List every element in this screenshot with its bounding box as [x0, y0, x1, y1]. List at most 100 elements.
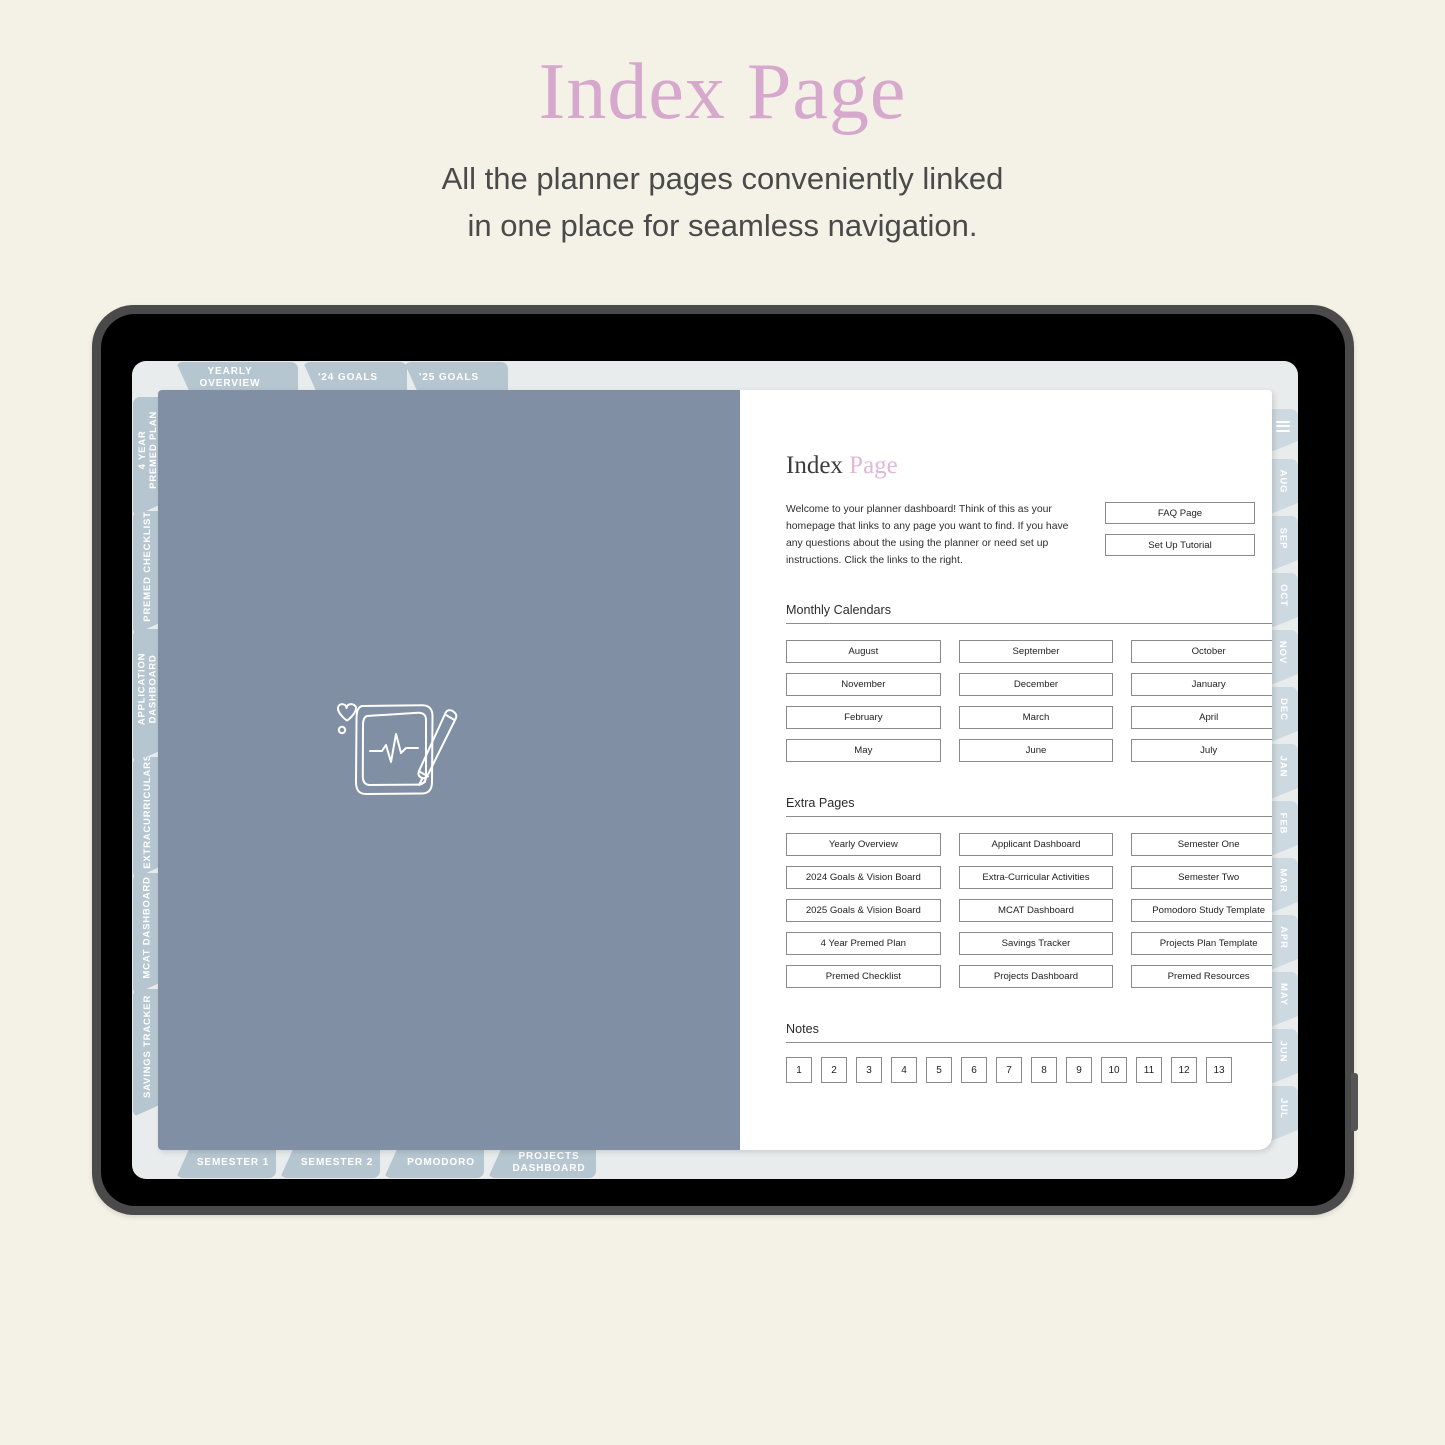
note-link-button[interactable]: 13: [1206, 1057, 1232, 1084]
page-link-button[interactable]: April: [1131, 706, 1272, 730]
promo-subtitle: All the planner pages conveniently linke…: [0, 156, 1445, 249]
planner-month-tab[interactable]: SEP: [1268, 516, 1298, 572]
page-link-button[interactable]: Pomodoro Study Template: [1131, 899, 1272, 923]
planner-month-tab[interactable]: APR: [1268, 915, 1298, 971]
planner-month-tab[interactable]: AUG: [1268, 459, 1298, 515]
page-link-button[interactable]: March: [958, 706, 1114, 730]
link-section: Extra Pages Yearly Overview Applicant Dash…: [786, 796, 1272, 989]
planner-month-tab[interactable]: MAY: [1268, 972, 1298, 1028]
planner-month-tab-label: FEB: [1277, 812, 1289, 834]
page-link-button[interactable]: August: [786, 640, 941, 664]
page-link-button[interactable]: Premed Checklist: [786, 965, 941, 989]
planner-month-tab[interactable]: DEC: [1268, 687, 1298, 743]
note-link-button[interactable]: 9: [1066, 1057, 1092, 1084]
page-link-button[interactable]: January: [1131, 673, 1272, 697]
notes-section: Notes 1 2 3 4 5 6 7 8 9 10 11 12 13: [786, 1022, 1272, 1084]
page-link-button[interactable]: Savings Tracker: [958, 932, 1114, 956]
intro-paragraph: Welcome to your planner dashboard! Think…: [786, 504, 1069, 566]
page-link-button[interactable]: Premed Resources: [1131, 965, 1272, 989]
promo-title: Index Page: [538, 48, 907, 136]
page-link-button[interactable]: Extra-Curricular Activities: [958, 866, 1114, 890]
planner-month-tab[interactable]: MAR: [1268, 858, 1298, 914]
planner-bottom-tab[interactable]: PROJECTS DASHBOARD: [488, 1147, 596, 1178]
planner-top-tab[interactable]: YEARLY OVERVIEW: [176, 362, 298, 393]
index-page-content: Index Page Welcome to your planner dashb…: [786, 390, 1272, 1150]
note-link-button[interactable]: 11: [1136, 1057, 1162, 1084]
note-link-button[interactable]: 10: [1101, 1057, 1127, 1084]
planner-left-tab-label: 4 YEAR PREMED PLAN: [136, 411, 159, 489]
planner-month-tab[interactable]: OCT: [1268, 573, 1298, 629]
note-link-button[interactable]: 7: [996, 1057, 1022, 1084]
page-link-button[interactable]: Semester Two: [1131, 866, 1272, 890]
planner-bottom-tab[interactable]: SEMESTER 1: [176, 1147, 276, 1178]
link-button-grid: August September October November December Ja…: [786, 640, 1272, 763]
power-button[interactable]: [1351, 1073, 1358, 1131]
tablet-device: YEARLY OVERVIEW '24 GOALS '25 GOALS 4 YEAR P…: [92, 305, 1358, 1215]
note-link-button[interactable]: 3: [856, 1057, 882, 1084]
intro-link-button[interactable]: Set Up Tutorial: [1105, 534, 1255, 556]
planner-month-tab[interactable]: NOV: [1268, 630, 1298, 686]
page-link-button[interactable]: Semester One: [1131, 833, 1272, 857]
page-link-button[interactable]: 2025 Goals & Vision Board: [786, 899, 941, 923]
note-link-button[interactable]: 5: [926, 1057, 952, 1084]
planner-bottom-tab-label: SEMESTER 1: [196, 1156, 270, 1168]
notes-button-grid: 1 2 3 4 5 6 7 8 9 10 11 12 13: [786, 1057, 1272, 1084]
planner-top-tab-label: '24 GOALS: [318, 371, 378, 383]
page-link-button[interactable]: 4 Year Premed Plan: [786, 932, 941, 956]
planner-top-tab-label: '25 GOALS: [419, 371, 479, 383]
link-button-grid: Yearly Overview Applicant Dashboard Semest…: [786, 833, 1272, 989]
note-link-button[interactable]: 1: [786, 1057, 812, 1084]
page-link-button[interactable]: October: [1131, 640, 1272, 664]
note-link-button[interactable]: 12: [1171, 1057, 1197, 1084]
planner-month-tab-label: DEC: [1277, 697, 1289, 721]
page-link-button[interactable]: September: [958, 640, 1114, 664]
planner-month-tab[interactable]: JAN: [1268, 744, 1298, 800]
note-link-button[interactable]: 4: [891, 1057, 917, 1084]
page-link-button[interactable]: May: [786, 739, 941, 763]
planner-left-panel: [158, 390, 740, 1150]
planner-month-tab-label: AUG: [1277, 469, 1289, 493]
page-link-button[interactable]: Yearly Overview: [786, 833, 941, 857]
planner-left-tab-label: PREMED CHECKLIST: [142, 510, 154, 622]
page-link-button[interactable]: November: [786, 673, 941, 697]
note-link-button[interactable]: 2: [821, 1057, 847, 1084]
page-link-button[interactable]: December: [958, 673, 1114, 697]
planner-month-tab-label: MAR: [1277, 867, 1289, 893]
planner-month-tab-label: JAN: [1277, 755, 1289, 777]
note-link-button[interactable]: 8: [1031, 1057, 1057, 1084]
page-link-button[interactable]: 2024 Goals & Vision Board: [786, 866, 941, 890]
intro-row: Welcome to your planner dashboard! Think…: [786, 502, 1272, 569]
planner-sheet: Index Page Welcome to your planner dashb…: [158, 390, 1272, 1150]
planner-month-tab[interactable]: FEB: [1268, 801, 1298, 857]
planner-bottom-tab-label: SEMESTER 2: [300, 1156, 374, 1168]
page-link-button[interactable]: Applicant Dashboard: [958, 833, 1114, 857]
page-link-button[interactable]: Projects Plan Template: [1131, 932, 1272, 956]
link-sections: Monthly Calendars August September October N…: [786, 603, 1272, 989]
hamburger-menu-icon[interactable]: [1268, 409, 1298, 453]
link-section-divider: [786, 816, 1272, 818]
note-link-button[interactable]: 6: [961, 1057, 987, 1084]
planner-bottom-tab[interactable]: POMODORO: [384, 1147, 484, 1178]
planner-month-tab-label: JUL: [1277, 1097, 1289, 1119]
page-link-button[interactable]: MCAT Dashboard: [958, 899, 1114, 923]
notes-section-title: Notes: [786, 1022, 819, 1037]
page-link-button[interactable]: February: [786, 706, 941, 730]
planner-month-tab[interactable]: JUL: [1268, 1086, 1298, 1142]
planner-top-tab[interactable]: '25 GOALS: [404, 362, 508, 393]
planner-left-tab-label: APPLICATION DASHBOARD: [136, 652, 159, 726]
planner-top-tab-bar: YEARLY OVERVIEW '24 GOALS '25 GOALS: [132, 361, 1298, 393]
page-link-button[interactable]: July: [1131, 739, 1272, 763]
planner-bottom-tab[interactable]: SEMESTER 2: [280, 1147, 380, 1178]
planner-month-tab-label: JUN: [1277, 1040, 1289, 1062]
planner-month-tab-label: SEP: [1277, 527, 1289, 549]
planner-top-tab[interactable]: '24 GOALS: [303, 362, 407, 393]
planner-month-tab[interactable]: JUN: [1268, 1029, 1298, 1085]
page-link-button[interactable]: Projects Dashboard: [958, 965, 1114, 989]
planner-bottom-tab-label: PROJECTS DASHBOARD: [512, 1151, 586, 1174]
planner-left-tab-label: EXTRACURRICULARS: [142, 753, 154, 869]
page-link-button[interactable]: June: [958, 739, 1114, 763]
promo-subtitle-line-1: All the planner pages conveniently linke…: [441, 161, 1004, 196]
planner-month-tab-label: OCT: [1277, 583, 1289, 607]
tablet-screen: YEARLY OVERVIEW '24 GOALS '25 GOALS 4 YEAR P…: [101, 314, 1345, 1206]
intro-link-button[interactable]: FAQ Page: [1105, 502, 1255, 524]
